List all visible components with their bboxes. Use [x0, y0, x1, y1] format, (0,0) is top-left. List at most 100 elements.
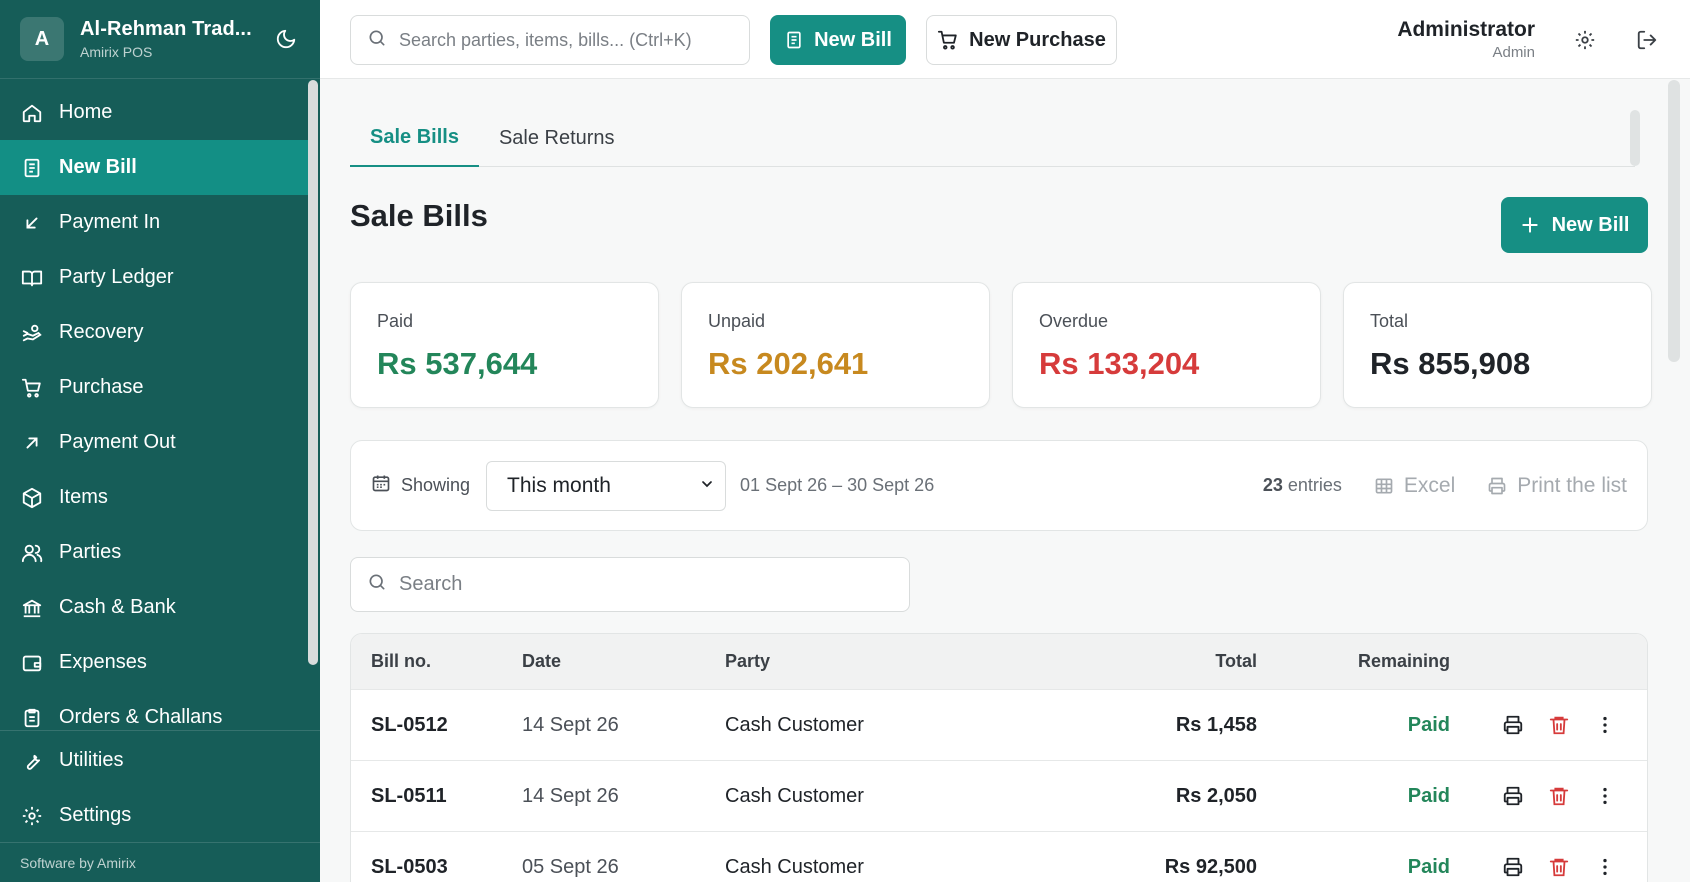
stat-label: Unpaid	[708, 311, 766, 331]
moon-icon[interactable]	[272, 25, 300, 53]
table-search[interactable]	[350, 557, 910, 612]
main-scrollbar[interactable]	[1668, 80, 1680, 362]
sidebar-item-parties[interactable]: Parties	[0, 525, 308, 580]
sidebar-item-label: Settings	[59, 804, 132, 826]
more-vertical-icon[interactable]	[1593, 784, 1617, 808]
users-icon	[20, 541, 44, 565]
sidebar-bottom-nav: Utilities Settings	[0, 733, 320, 843]
tab-sale-bills[interactable]: Sale Bills	[350, 110, 479, 167]
date-range: 01 Sept 26 – 30 Sept 26	[740, 475, 935, 495]
tabs-scrollbar[interactable]	[1630, 110, 1640, 166]
excel-button[interactable]: Excel	[1374, 474, 1455, 498]
bill-date: 14 Sept 26	[522, 784, 619, 807]
print-icon[interactable]	[1501, 855, 1525, 879]
sidebar-item-party-ledger[interactable]: Party Ledger	[0, 250, 308, 305]
sidebar-item-label: Parties	[59, 541, 122, 563]
sidebar-footer: Software by Amirix	[0, 842, 320, 882]
tab-sale-returns[interactable]: Sale Returns	[479, 110, 635, 167]
new-bill-button[interactable]: New Bill	[770, 15, 906, 65]
sidebar-item-expenses[interactable]: Expenses	[0, 635, 308, 690]
logout-icon[interactable]	[1634, 27, 1660, 53]
sidebar-item-label: Items	[59, 486, 108, 508]
home-icon	[20, 101, 44, 125]
sidebar-item-label: Utilities	[59, 749, 124, 771]
hand-coins-icon	[20, 321, 44, 345]
sidebar-item-label: Party Ledger	[59, 266, 174, 288]
table-row[interactable]: SL-0503 05 Sept 26 Cash Customer Rs 92,5…	[351, 831, 1647, 882]
trash-icon[interactable]	[1547, 784, 1571, 808]
trash-icon[interactable]	[1547, 855, 1571, 879]
trash-icon[interactable]	[1547, 713, 1571, 737]
sidebar-item-label: Payment In	[59, 211, 161, 233]
plus-icon	[1520, 215, 1540, 235]
print-icon[interactable]	[1501, 713, 1525, 737]
more-vertical-icon[interactable]	[1593, 713, 1617, 737]
stat-value: Rs 537,644	[377, 346, 538, 381]
sidebar-item-items[interactable]: Items	[0, 470, 308, 525]
stats-row: Paid Rs 537,644 Unpaid Rs 202,641 Overdu…	[350, 282, 1652, 408]
print-list-button[interactable]: Print the list	[1487, 474, 1627, 498]
global-search[interactable]	[350, 15, 750, 65]
table-search-input[interactable]	[399, 573, 879, 596]
cart-icon	[937, 29, 959, 51]
bill-remaining: Paid	[1407, 784, 1450, 807]
global-search-input[interactable]	[399, 29, 729, 51]
more-vertical-icon[interactable]	[1593, 855, 1617, 879]
book-open-icon	[20, 266, 44, 290]
sidebar-item-cash-bank[interactable]: Cash & Bank	[0, 580, 308, 635]
topbar: New Bill New Purchase Administrator Admi…	[320, 0, 1690, 79]
stat-label: Paid	[377, 311, 414, 331]
sidebar-item-label: Cash & Bank	[59, 596, 176, 618]
sidebar-item-new-bill[interactable]: New Bill	[0, 140, 308, 195]
column-date[interactable]: Date	[522, 651, 725, 672]
bill-remaining: Paid	[1407, 855, 1450, 878]
brand-logo: A	[20, 17, 64, 61]
bill-no: SL-0503	[371, 855, 448, 878]
column-remaining[interactable]: Remaining	[1257, 651, 1450, 672]
sidebar-item-utilities[interactable]: Utilities	[0, 733, 320, 788]
bill-party: Cash Customer	[725, 784, 864, 807]
sidebar-nav: Home New Bill Payment In Party Ledger Re…	[0, 85, 308, 745]
gear-icon	[20, 804, 44, 828]
page-title: Sale Bills	[350, 198, 488, 233]
tabs: Sale Bills Sale Returns	[350, 110, 1635, 167]
wrench-icon	[20, 749, 44, 773]
sidebar-item-settings[interactable]: Settings	[0, 788, 320, 843]
add-new-bill-button[interactable]: New Bill	[1501, 197, 1648, 253]
bill-party: Cash Customer	[725, 855, 864, 878]
settings-gear-icon[interactable]	[1572, 27, 1598, 53]
sidebar-item-home[interactable]: Home	[0, 85, 308, 140]
bill-date: 14 Sept 26	[522, 713, 619, 736]
wallet-icon	[20, 651, 44, 675]
new-purchase-button[interactable]: New Purchase	[926, 15, 1117, 65]
table-row[interactable]: SL-0511 14 Sept 26 Cash Customer Rs 2,05…	[351, 760, 1647, 831]
column-total[interactable]: Total	[1025, 651, 1257, 672]
sidebar: A Al-Rehman Trad... Amirix POS Home New …	[0, 0, 320, 882]
print-icon[interactable]	[1501, 784, 1525, 808]
box-icon	[20, 486, 44, 510]
sidebar-item-recovery[interactable]: Recovery	[0, 305, 308, 360]
column-bill-no[interactable]: Bill no.	[351, 651, 522, 672]
period-select[interactable]: This month	[486, 460, 727, 511]
user-role: Admin	[1492, 44, 1535, 61]
sidebar-item-payment-in[interactable]: Payment In	[0, 195, 308, 250]
sidebar-item-purchase[interactable]: Purchase	[0, 360, 308, 415]
stat-card-unpaid: Unpaid Rs 202,641	[681, 282, 990, 408]
table-row[interactable]: SL-0512 14 Sept 26 Cash Customer Rs 1,45…	[351, 689, 1647, 760]
printer-icon	[1487, 476, 1507, 496]
sidebar-item-payment-out[interactable]: Payment Out	[0, 415, 308, 470]
sidebar-scrollbar[interactable]	[308, 80, 318, 665]
receipt-icon	[20, 156, 44, 180]
receipt-icon	[784, 30, 804, 50]
period-select-value: This month	[507, 473, 611, 497]
column-party[interactable]: Party	[725, 651, 1025, 672]
filter-bar: Showing This month 01 Sept 26 – 30 Sept …	[350, 440, 1648, 531]
stat-label: Overdue	[1039, 311, 1109, 331]
brand: A Al-Rehman Trad... Amirix POS	[0, 0, 320, 79]
stat-card-overdue: Overdue Rs 133,204	[1012, 282, 1321, 408]
stat-value: Rs 855,908	[1370, 346, 1531, 381]
bill-total: Rs 92,500	[1164, 855, 1257, 878]
entries-count: 23 entries	[1262, 475, 1342, 495]
stat-card-paid: Paid Rs 537,644	[350, 282, 659, 408]
arrow-up-right-icon	[20, 431, 44, 455]
